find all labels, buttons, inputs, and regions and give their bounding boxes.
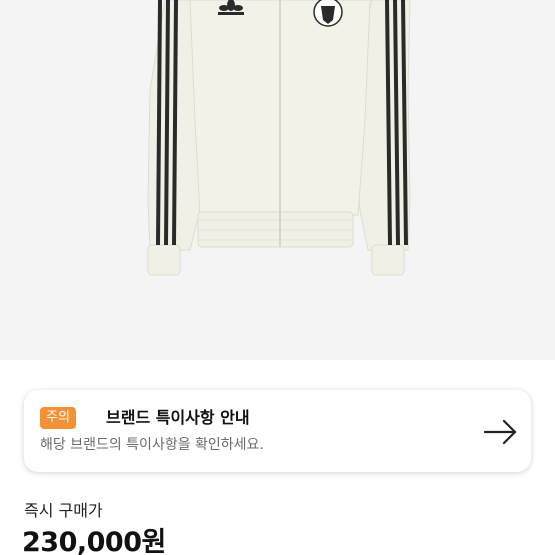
notice-title: 브랜드 특이사항 안내 bbox=[106, 408, 250, 427]
instant-buy-price-label: 즉시 구매가 bbox=[24, 501, 103, 520]
track-jacket-image bbox=[147, 0, 411, 276]
notice-description: 해당 브랜드의 특이사항을 확인하세요. bbox=[40, 437, 264, 453]
caution-badge: 주의 bbox=[40, 407, 76, 429]
brand-notice-card[interactable]: 주의 브랜드 특이사항 안내 해당 브랜드의 특이사항을 확인하세요. bbox=[24, 390, 531, 472]
instant-buy-price: 230,000원 bbox=[22, 527, 166, 555]
product-image[interactable] bbox=[0, 0, 555, 360]
arrow-right-icon[interactable] bbox=[481, 412, 521, 452]
